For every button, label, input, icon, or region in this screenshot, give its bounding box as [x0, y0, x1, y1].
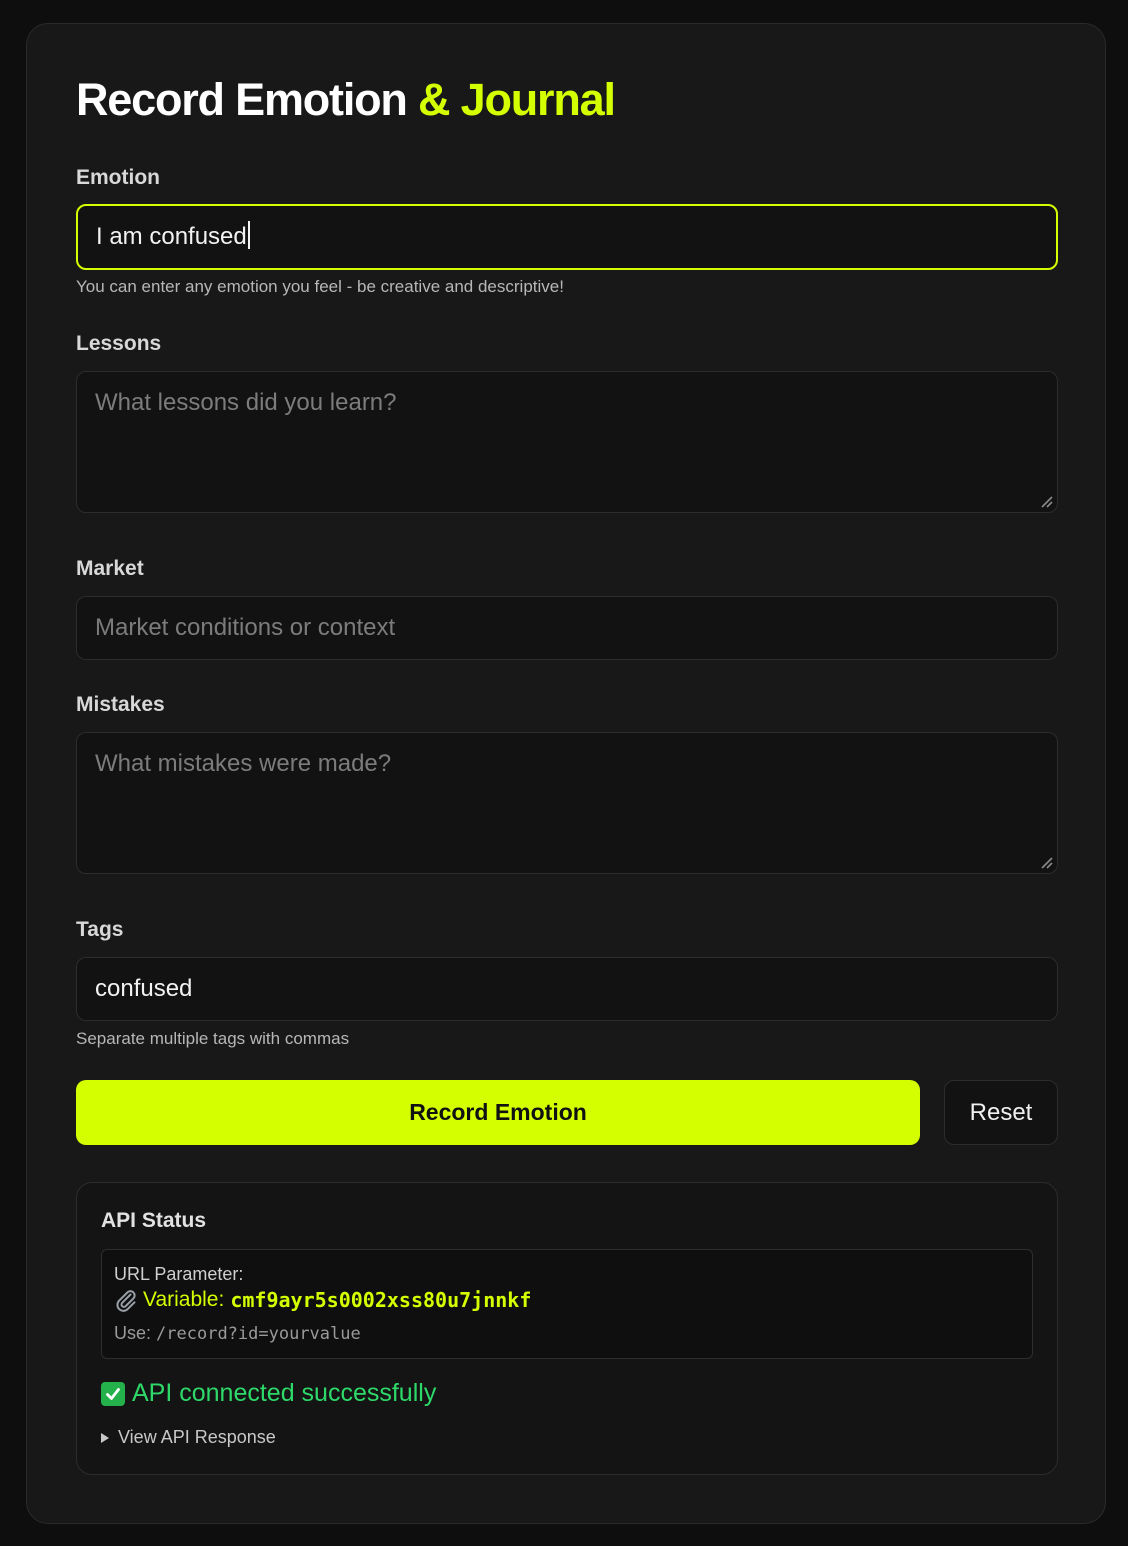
emotion-input-value: I am confused [96, 223, 247, 250]
mistakes-textarea[interactable]: What mistakes were made? [76, 732, 1058, 874]
lessons-textarea[interactable]: What lessons did you learn? [76, 371, 1058, 513]
page-title: Record Emotion & Journal [76, 74, 616, 126]
resize-grip-icon[interactable] [1039, 494, 1053, 508]
variable-value: cmf9ayr5s0002xss80u7jnnkf [230, 1288, 532, 1312]
text-caret [247, 221, 250, 249]
api-status-text: API connected successfully [132, 1379, 437, 1407]
variable-label: Variable: [143, 1288, 225, 1311]
market-placeholder: Market conditions or context [95, 614, 396, 641]
view-api-response-label: View API Response [118, 1427, 276, 1447]
usage-value: /record?id=yourvalue [156, 1324, 361, 1344]
reset-button[interactable]: Reset [944, 1080, 1058, 1145]
lessons-placeholder: What lessons did you learn? [95, 389, 397, 416]
tags-label: Tags [76, 918, 124, 941]
record-emotion-button-label: Record Emotion [409, 1099, 587, 1125]
resize-grip-icon[interactable] [1039, 855, 1053, 869]
emotion-label: Emotion [76, 166, 160, 189]
market-input[interactable]: Market conditions or context [76, 596, 1058, 660]
record-emotion-button[interactable]: Record Emotion [76, 1080, 920, 1145]
page-title-accent: & Journal [418, 74, 616, 125]
url-parameter-box: URL Parameter: Variable: cmf9ayr5s0002xs… [101, 1249, 1033, 1359]
url-parameter-label: URL Parameter: [114, 1264, 244, 1284]
view-api-response-toggle[interactable]: View API Response [101, 1427, 276, 1448]
reset-button-label: Reset [969, 1098, 1033, 1126]
market-label: Market [76, 557, 144, 580]
usage-line: Use: /record?id=yourvalue [114, 1323, 361, 1344]
usage-label: Use: [114, 1323, 152, 1343]
page-title-main: Record Emotion [76, 74, 408, 125]
api-status-message: API connected successfully [101, 1379, 436, 1408]
api-status-panel: API Status URL Parameter: Variable: cmf9… [76, 1182, 1058, 1475]
mistakes-placeholder: What mistakes were made? [95, 750, 392, 777]
check-mark-button-icon [101, 1381, 125, 1406]
api-status-title: API Status [101, 1209, 207, 1232]
record-emotion-card: Record Emotion & Journal Emotion I am co… [26, 23, 1106, 1524]
lessons-label: Lessons [76, 332, 162, 355]
mistakes-label: Mistakes [76, 693, 165, 716]
emotion-hint: You can enter any emotion you feel - be … [76, 277, 564, 296]
variable-line: Variable: cmf9ayr5s0002xss80u7jnnkf [114, 1288, 531, 1312]
emotion-input[interactable]: I am confused [76, 204, 1058, 270]
tags-input-value: confused [95, 975, 193, 1002]
triangle-right-icon [101, 1432, 109, 1443]
paperclip-icon [116, 1290, 136, 1312]
tags-hint: Separate multiple tags with commas [76, 1029, 350, 1048]
tags-input[interactable]: confused [76, 957, 1058, 1021]
